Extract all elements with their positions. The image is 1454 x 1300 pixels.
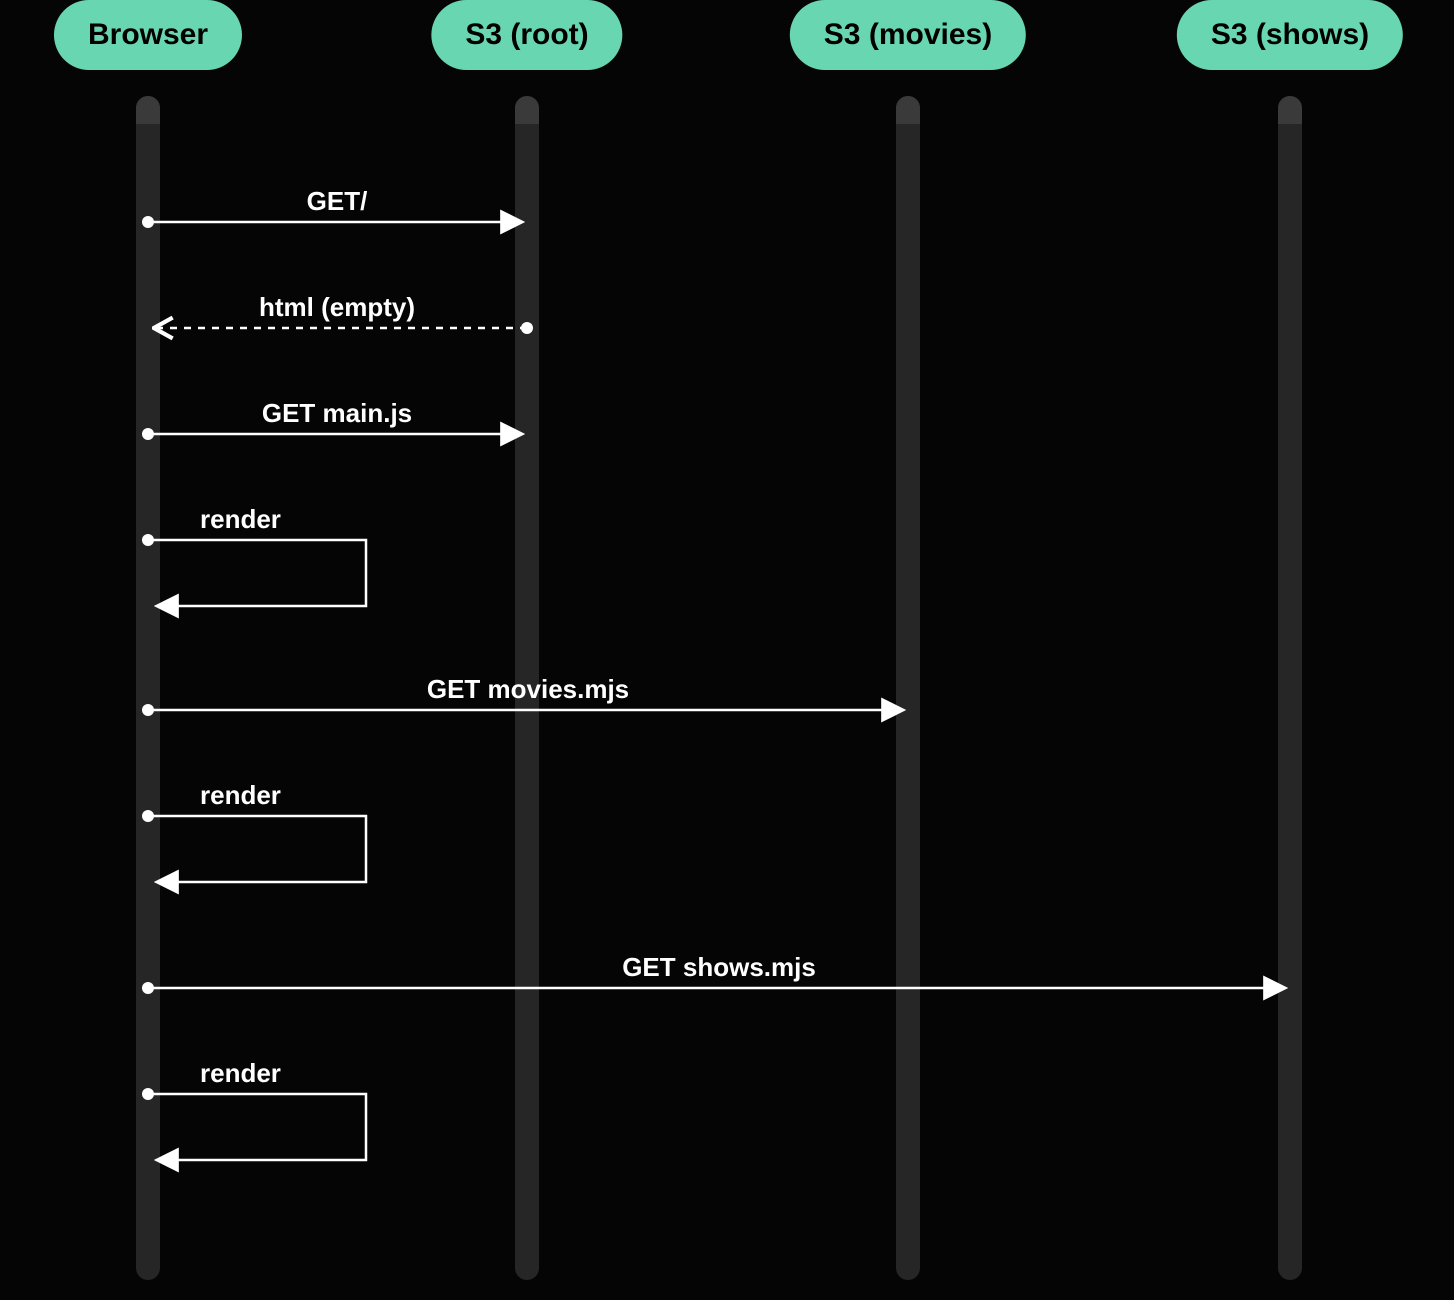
label-get-shows: GET shows.mjs: [622, 952, 816, 983]
label-get-movies: GET movies.mjs: [427, 674, 629, 705]
participant-s3-movies: S3 (movies): [790, 0, 1026, 70]
label-render-1: render: [200, 504, 281, 535]
label-get-root: GET/: [307, 186, 368, 217]
lifeline-s3-shows: [1278, 96, 1302, 1280]
participant-s3-root: S3 (root): [431, 0, 622, 70]
lifeline-s3-movies: [896, 96, 920, 1280]
arrow-render2: [148, 816, 366, 882]
sequence-arrows: [0, 0, 1454, 1300]
arrow-render3: [148, 1094, 366, 1160]
participant-s3-shows: S3 (shows): [1177, 0, 1403, 70]
label-render-3: render: [200, 1058, 281, 1089]
label-html-empty: html (empty): [259, 292, 415, 323]
label-get-mainjs: GET main.js: [262, 398, 412, 429]
arrow-render1: [148, 540, 366, 606]
lifeline-browser: [136, 96, 160, 1280]
label-render-2: render: [200, 780, 281, 811]
participant-browser: Browser: [54, 0, 242, 70]
